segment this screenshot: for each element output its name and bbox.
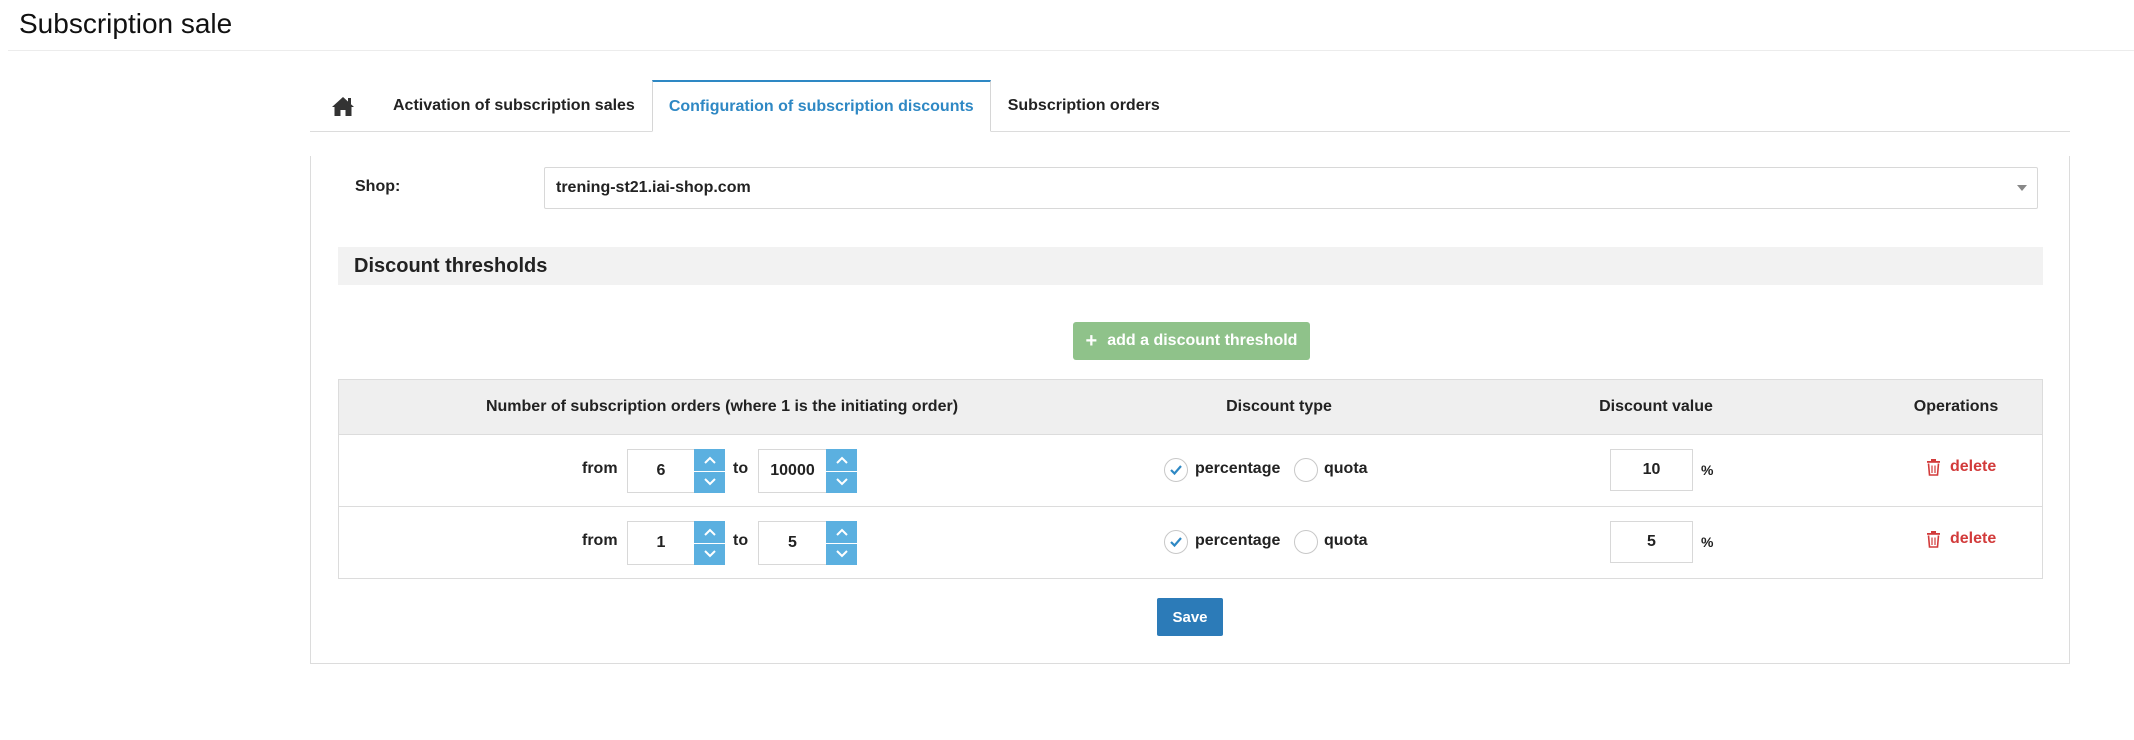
check-icon [1170,465,1182,476]
discount-value-input[interactable]: 5 [1610,521,1693,563]
shop-label: Shop: [355,178,401,195]
from-spinner [694,449,725,493]
page-title: Subscription sale [19,8,233,39]
quota-radio[interactable] [1294,458,1318,482]
plus-icon: + [1085,330,1098,352]
from-input[interactable]: 1 [627,521,694,565]
table-header: Number of subscription orders (where 1 i… [339,380,2042,435]
shop-select-value: trening-st21.iai-shop.com [556,179,751,196]
section-header: Discount thresholds [338,247,2043,285]
header-operations: Operations [1913,398,1999,415]
delete-label: delete [1950,530,1997,547]
decrement-button[interactable] [826,471,857,493]
trash-icon [1927,458,1940,476]
check-icon [1170,537,1182,548]
save-button[interactable]: Save [1157,598,1223,636]
percent-unit: % [1701,462,1714,478]
increment-button[interactable] [694,449,725,472]
chevron-up-icon [835,456,848,464]
increment-button[interactable] [826,449,857,472]
tab-activation[interactable]: Activation of subscription sales [376,80,652,131]
to-label: to [733,532,749,549]
from-stepper[interactable]: 1 [627,521,725,565]
from-spinner [694,521,725,565]
from-label: from [582,532,618,549]
chevron-down-icon [703,478,716,486]
title-divider [8,50,2134,51]
tab-bar: Activation of subscription sales Configu… [310,80,2070,132]
chevron-up-icon [703,456,716,464]
quota-radio[interactable] [1294,530,1318,554]
from-input[interactable]: 6 [627,449,694,493]
configuration-panel: Shop: trening-st21.iai-shop.com Discount… [310,156,2070,664]
decrement-button[interactable] [694,543,725,565]
chevron-up-icon [835,528,848,536]
chevron-down-icon [835,478,848,486]
percentage-label: percentage [1195,460,1281,477]
header-discount-value: Discount value [1599,398,1713,415]
add-discount-threshold-label: add a discount threshold [1107,332,1298,349]
percentage-radio[interactable] [1164,458,1188,482]
chevron-up-icon [703,528,716,536]
tab-orders[interactable]: Subscription orders [991,80,1177,131]
add-discount-threshold-button[interactable]: + add a discount threshold [1073,322,1310,360]
to-spinner [826,449,857,493]
to-input[interactable]: 10000 [758,449,826,493]
to-label: to [733,460,749,477]
header-orders: Number of subscription orders (where 1 i… [485,398,959,415]
decrement-button[interactable] [694,471,725,493]
to-spinner [826,521,857,565]
discount-thresholds-table: Number of subscription orders (where 1 i… [338,379,2043,579]
to-stepper[interactable]: 5 [758,521,857,565]
header-discount-type: Discount type [1226,398,1332,415]
delete-button[interactable]: delete [1926,530,1996,548]
shop-select[interactable]: trening-st21.iai-shop.com [544,167,2038,209]
discount-value-input[interactable]: 10 [1610,449,1693,491]
decrement-button[interactable] [826,543,857,565]
increment-button[interactable] [694,521,725,544]
to-stepper[interactable]: 10000 [758,449,857,493]
delete-label: delete [1950,458,1997,475]
delete-button[interactable]: delete [1926,458,1996,476]
to-input[interactable]: 5 [758,521,826,565]
percentage-label: percentage [1195,532,1281,549]
quota-label: quota [1324,460,1368,477]
home-icon [332,97,354,116]
from-label: from [582,460,618,477]
table-row: from 1 to 5 percentage quota 5 % delete [339,507,2042,579]
percent-unit: % [1701,534,1714,550]
table-row: from 6 to 10000 percentage quota 10 % de… [339,435,2042,507]
quota-label: quota [1324,532,1368,549]
tab-configuration[interactable]: Configuration of subscription discounts [651,80,991,132]
trash-icon [1927,530,1940,548]
percentage-radio[interactable] [1164,530,1188,554]
chevron-down-icon [835,550,848,558]
increment-button[interactable] [826,521,857,544]
chevron-down-icon [2017,185,2027,191]
chevron-down-icon [703,550,716,558]
from-stepper[interactable]: 6 [627,449,725,493]
tab-home[interactable] [310,80,376,131]
